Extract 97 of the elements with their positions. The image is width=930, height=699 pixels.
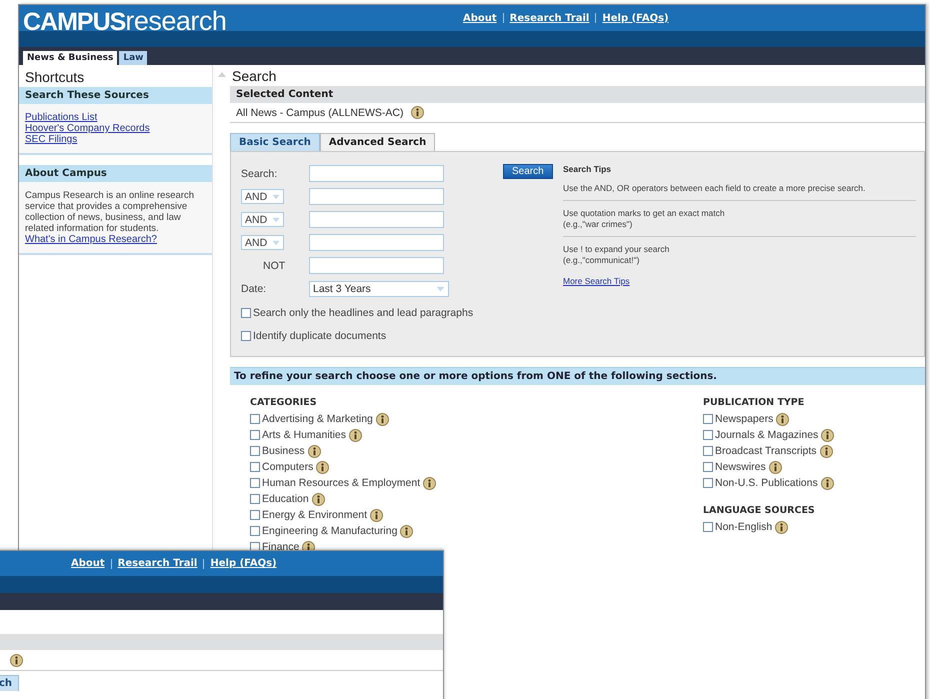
search-input[interactable] xyxy=(309,188,444,205)
checkbox-label: Identify duplicate documents xyxy=(253,330,386,342)
checkbox[interactable] xyxy=(703,522,713,532)
sidebar-link[interactable]: SEC Filings xyxy=(25,134,206,145)
tips-title: Search Tips xyxy=(563,164,612,174)
info-icon[interactable] xyxy=(821,428,834,442)
checkbox[interactable] xyxy=(703,462,713,472)
search-tip: Use quotation marks to get an exact match (e.g.,"war crimes") xyxy=(563,205,916,237)
checkbox[interactable] xyxy=(703,478,713,488)
checkbox-label: Advertising & Marketing xyxy=(262,413,373,425)
section-tab[interactable]: Law xyxy=(119,51,148,65)
section-heading: PUBLICATION TYPE xyxy=(703,397,806,408)
info-icon[interactable] xyxy=(400,524,414,538)
field-label: Date: xyxy=(241,282,266,294)
sidebar-title: Shortcuts xyxy=(24,68,86,87)
field-label: NOT xyxy=(262,260,286,272)
search-tip: Use ! to expand your search (e.g.,"communicat!") xyxy=(563,243,670,267)
section-heading: Search These Sources xyxy=(19,87,212,104)
link-separator xyxy=(502,13,504,23)
checkbox-label: Education xyxy=(262,493,309,505)
checkbox-label: Energy & Environment xyxy=(262,509,368,521)
checkbox[interactable] xyxy=(250,494,260,504)
link-separator xyxy=(203,558,204,568)
header-link[interactable]: Help (FAQs) xyxy=(210,558,277,569)
header-link[interactable]: About xyxy=(463,12,497,24)
checkbox-label: Non-U.S. Publications xyxy=(715,477,818,489)
section-heading: LANGUAGE SOURCES xyxy=(703,505,816,516)
checkbox[interactable] xyxy=(250,462,260,472)
section-heading: About Campus xyxy=(19,165,212,182)
operator-dropdown[interactable]: AND xyxy=(241,189,284,204)
section-heading: Selected Content xyxy=(230,86,925,103)
checkbox-label: Newswires xyxy=(715,461,766,473)
header-link[interactable]: Research Trail xyxy=(510,12,590,24)
link-separator xyxy=(595,13,596,23)
search-button[interactable]: Search xyxy=(503,164,553,179)
checkbox[interactable] xyxy=(250,478,260,488)
info-icon[interactable] xyxy=(411,106,424,119)
checkbox-label: Non-English xyxy=(715,521,772,533)
search-tab[interactable]: Basic Search xyxy=(230,133,320,151)
checkbox[interactable] xyxy=(250,430,260,440)
date-dropdown[interactable]: Last 3 Years xyxy=(309,280,449,296)
info-icon[interactable] xyxy=(768,460,782,474)
checkbox-label: Search only the headlines and lead paragraphs xyxy=(253,307,474,319)
operator-dropdown[interactable]: AND xyxy=(241,235,284,250)
header-link[interactable]: Help (FAQs) xyxy=(602,12,669,24)
info-icon[interactable] xyxy=(316,460,330,474)
checkbox-label: Journals & Magazines xyxy=(715,429,818,441)
page-title: Search xyxy=(231,67,278,86)
section-tab[interactable]: News & Business xyxy=(23,51,118,65)
checkbox-label: Finance xyxy=(262,541,300,553)
search-input[interactable] xyxy=(309,234,444,251)
checkbox-label: Business xyxy=(262,445,305,457)
refine-instruction: To refine your search choose one or more options from ONE of the following sections. xyxy=(230,367,925,385)
checkbox[interactable] xyxy=(703,446,713,456)
checkbox-label: Newspapers xyxy=(715,413,774,425)
info-icon[interactable] xyxy=(775,520,788,534)
checkbox[interactable] xyxy=(250,446,260,456)
checkbox[interactable] xyxy=(250,510,260,520)
sidebar-link[interactable]: Hoover's Company Records xyxy=(25,123,206,134)
checkbox[interactable] xyxy=(250,526,260,536)
info-icon[interactable] xyxy=(312,492,325,506)
checkbox[interactable] xyxy=(703,430,713,440)
search-input[interactable] xyxy=(309,211,444,228)
sidebar-link[interactable]: What's in Campus Research? xyxy=(25,234,206,245)
info-icon[interactable] xyxy=(820,476,834,490)
checkbox[interactable] xyxy=(703,414,713,424)
sidebar-link[interactable]: Publications List xyxy=(25,112,206,123)
link-separator xyxy=(110,558,112,568)
checkbox[interactable] xyxy=(241,308,251,318)
search-input[interactable] xyxy=(309,257,444,274)
checkbox-label: Computers xyxy=(262,461,314,473)
info-icon[interactable] xyxy=(10,654,23,666)
logo: CAMPUSresearch xyxy=(23,8,228,34)
header-link[interactable]: About xyxy=(71,558,105,569)
search-input[interactable] xyxy=(309,165,444,182)
search-tip: Use the AND, OR operators between each field to create a more precise search. xyxy=(563,180,916,201)
info-icon[interactable] xyxy=(349,428,362,442)
info-icon[interactable] xyxy=(308,444,321,458)
info-icon[interactable] xyxy=(423,476,436,490)
more-tips-link[interactable]: More Search Tips xyxy=(563,276,630,286)
checkbox-label: Engineering & Manufacturing xyxy=(262,525,398,537)
info-icon[interactable] xyxy=(370,508,384,522)
checkbox-label: Broadcast Transcripts xyxy=(715,445,817,457)
section-heading: CATEGORIES xyxy=(250,397,318,408)
selected-content-value: All News - Campus (ALLNEWS-AC) xyxy=(236,106,404,118)
field-label: Search: xyxy=(241,168,278,180)
header-link[interactable]: Research Trail xyxy=(118,558,198,569)
checkbox-label: Arts & Humanities xyxy=(262,429,346,441)
info-icon[interactable] xyxy=(820,444,833,458)
checkbox[interactable] xyxy=(241,331,251,341)
operator-dropdown[interactable]: AND xyxy=(241,212,284,227)
checkbox[interactable] xyxy=(250,414,260,424)
info-icon[interactable] xyxy=(776,412,790,426)
info-icon[interactable] xyxy=(376,412,389,426)
about-text: Campus Research is an online research service that provides a comprehensive collection of news, business, and law related information for students. xyxy=(25,190,195,234)
search-tab[interactable]: Advanced Search xyxy=(320,133,436,151)
checkbox-label: Human Resources & Employment xyxy=(262,477,420,489)
